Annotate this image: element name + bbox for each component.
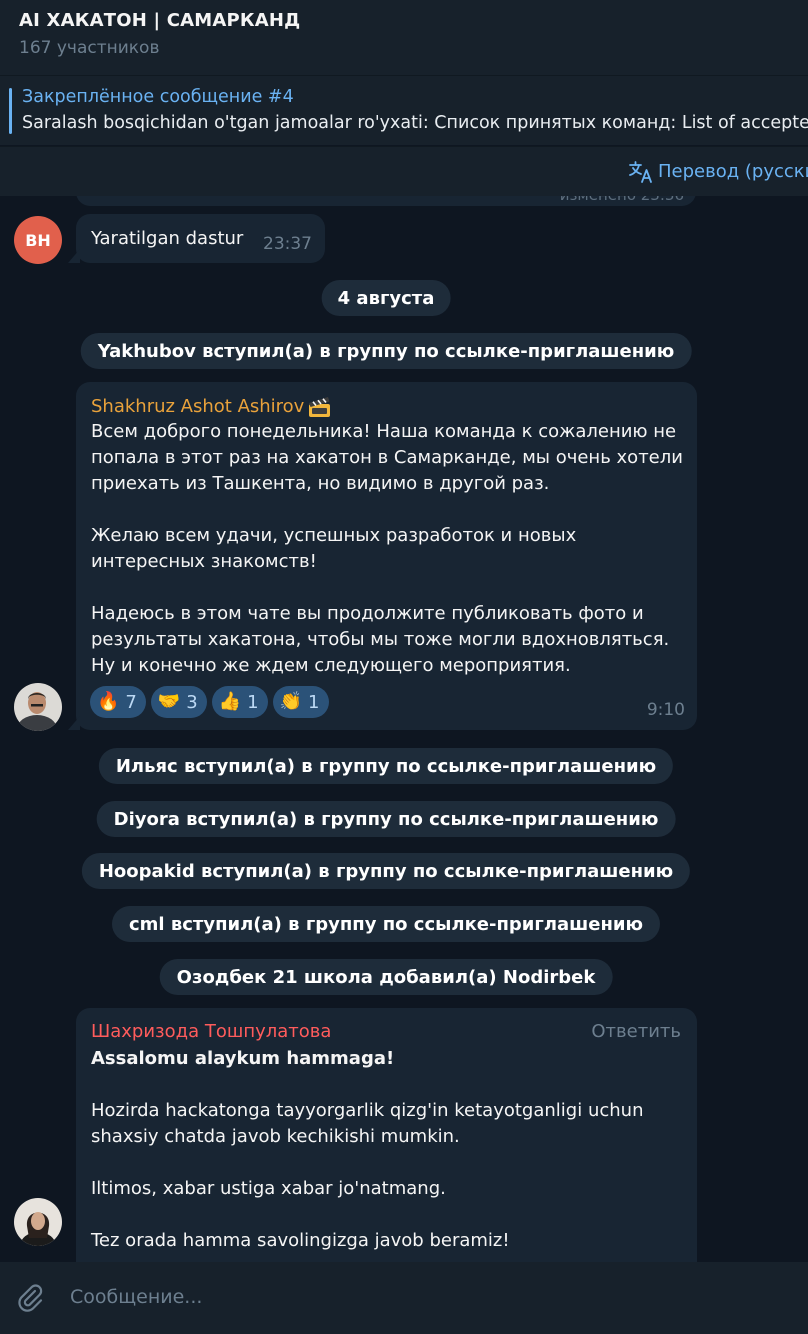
message-input[interactable]: Сообщение... xyxy=(70,1286,202,1308)
pinned-indicator xyxy=(9,88,12,134)
service-message-joined: Diyora вступил(а) в группу по ссылке-при… xyxy=(96,801,676,837)
service-message-joined: Ильяс вступил(а) в группу по ссылке-приг… xyxy=(98,748,674,784)
translate-bar[interactable]: Перевод (русский) xyxy=(0,146,808,196)
message-bubble[interactable]: Shakhruz Ashot Ashirov Всем доброго поне… xyxy=(68,382,697,730)
reaction-count: 7 xyxy=(125,691,137,713)
sender-name[interactable]: Shakhruz Ashot Ashirov xyxy=(91,395,304,419)
avatar[interactable] xyxy=(14,1198,62,1246)
bubble-tail xyxy=(68,716,80,730)
reaction-count: 1 xyxy=(247,691,259,713)
sender-name[interactable]: Шахризода Тошпулатова xyxy=(91,1020,331,1044)
reaction-fire[interactable]: 🔥 7 xyxy=(90,686,146,718)
reaction-clap[interactable]: 👏 1 xyxy=(272,686,329,718)
pinned-title: Закреплённое сообщение #4 xyxy=(22,87,294,107)
reactions-row: 🔥 7 🤝 3 👍 1 👏 1 xyxy=(90,686,329,718)
message-text: Всем доброго понедельника! Наша команда … xyxy=(91,421,683,676)
service-message-added: Озодбек 21 школа добавил(а) Nodirbek xyxy=(159,959,613,995)
message-text: Yaratilgan dastur xyxy=(91,228,244,249)
member-count: 167 участников xyxy=(19,38,160,58)
thumbs-up-icon: 👍 xyxy=(218,691,242,712)
service-message-joined: Yakhubov вступил(а) в группу по ссылке-п… xyxy=(80,333,692,369)
paperclip-icon[interactable] xyxy=(14,1282,46,1314)
avatar[interactable]: BH xyxy=(14,216,62,264)
clapping-hands-icon: 👏 xyxy=(279,691,303,712)
pinned-text: Saralash bosqichidan o'tgan jamoalar ro'… xyxy=(22,113,808,133)
reaction-handshake[interactable]: 🤝 3 xyxy=(150,686,207,718)
pinned-message-bar[interactable]: Закреплённое сообщение #4 Saralash bosqi… xyxy=(0,75,808,145)
bubble-tail xyxy=(68,249,80,263)
date-separator: 4 августа xyxy=(321,280,451,316)
reaction-count: 3 xyxy=(186,691,198,713)
chat-title: AI ХАКАТОН | САМАРКАНД xyxy=(19,10,301,31)
message-time: 9:10 xyxy=(646,700,685,720)
translate-icon xyxy=(629,161,652,183)
user-photo-icon xyxy=(14,1198,62,1246)
message-text-bold: Assalomu alaykum hammaga! xyxy=(91,1048,395,1069)
message-input-bar: Сообщение... xyxy=(0,1262,808,1334)
message-bubble[interactable]: Yaratilgan dastur 23:37 xyxy=(68,214,325,263)
message-bubble-partial: изменено 23:36 xyxy=(76,196,696,206)
message-feed[interactable]: изменено 23:36 BH Yaratilgan dastur 23:3… xyxy=(0,196,808,1262)
reply-button[interactable]: Ответить xyxy=(591,1021,681,1042)
service-message-joined: Hoopakid вступил(а) в группу по ссылке-п… xyxy=(81,853,691,889)
user-photo-icon xyxy=(14,683,62,731)
edited-timestamp: изменено 23:36 xyxy=(560,196,684,204)
handshake-icon: 🤝 xyxy=(157,691,181,712)
message-bubble[interactable]: Шахризода Тошпулатова Ответить Assalomu … xyxy=(76,1008,697,1262)
avatar[interactable] xyxy=(14,683,62,731)
translate-label: Перевод (русский) xyxy=(658,161,808,182)
message-text: Hozirda hackatonga tayyorgarlik qizg'in … xyxy=(91,1100,644,1251)
fire-icon: 🔥 xyxy=(97,691,120,712)
clapperboard-icon xyxy=(309,397,331,417)
service-message-joined: cml вступил(а) в группу по ссылке-пригла… xyxy=(111,906,661,942)
reaction-thumbs-up[interactable]: 👍 1 xyxy=(211,686,268,718)
message-time: 23:37 xyxy=(263,234,312,254)
reaction-count: 1 xyxy=(308,691,320,713)
chat-header[interactable]: AI ХАКАТОН | САМАРКАНД 167 участников xyxy=(0,0,808,75)
